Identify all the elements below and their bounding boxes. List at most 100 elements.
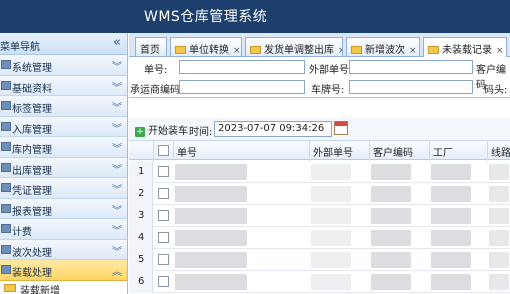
sidebar-header-label: 菜单导航: [0, 42, 40, 53]
table-row[interactable]: 5: [129, 249, 510, 271]
column-header-factory[interactable]: 工厂: [433, 144, 453, 159]
order-no-input[interactable]: [179, 60, 305, 74]
sidebar-item-system[interactable]: 系统管理 ︾: [0, 55, 127, 76]
folder-icon: [4, 283, 16, 292]
sidebar-item-basic-data[interactable]: 基础资料 ︾: [0, 75, 127, 96]
chevron-down-icon: ︾: [112, 185, 122, 196]
sidebar-item-labels[interactable]: 标签管理 ︾: [0, 96, 127, 117]
tab-new-wave[interactable]: 新增波次 ×: [346, 37, 420, 56]
close-icon[interactable]: ×: [409, 46, 417, 56]
sidebar-item-label: 基础资料: [12, 83, 52, 95]
folder-icon: [250, 46, 261, 54]
sidebar-item-label: 标签管理: [12, 104, 52, 115]
data-grid: + 开始装车 时间: 2023-07-07 09:34:26 单号 外部单号 客户…: [129, 97, 510, 294]
sidebar-item-vouchers[interactable]: 凭证管理 ︾: [0, 178, 127, 199]
chevron-down-icon: ︾: [112, 62, 122, 73]
calendar-icon[interactable]: [334, 121, 348, 135]
top-header-bar: WMS仓库管理系统: [0, 0, 510, 33]
sidebar-item-billing[interactable]: 计费 ︾: [0, 219, 127, 240]
column-header-order-no[interactable]: 单号: [177, 144, 197, 159]
sidebar-item-loading[interactable]: 装载处理 ︽: [0, 260, 127, 281]
tab-label: 未装载记录: [442, 45, 492, 56]
close-icon[interactable]: ×: [338, 46, 342, 56]
row-checkbox[interactable]: [158, 166, 169, 177]
menu-grid-icon: [1, 265, 11, 274]
table-row[interactable]: 4: [129, 227, 510, 249]
menu-grid-icon: [1, 224, 11, 233]
row-checkbox[interactable]: [158, 276, 169, 287]
chevron-down-icon: ︾: [112, 226, 122, 237]
sidebar-item-inbound[interactable]: 入库管理 ︾: [0, 116, 127, 137]
sidebar-item-inventory[interactable]: 库内管理 ︾: [0, 137, 127, 158]
tab-label: 单位转换: [189, 45, 229, 56]
start-loading-button[interactable]: + 开始装车: [135, 122, 188, 137]
row-number: 1: [129, 161, 153, 183]
carrier-code-input[interactable]: [179, 80, 305, 94]
redacted-cell: [311, 186, 351, 202]
table-row[interactable]: 2: [129, 183, 510, 205]
collapse-sidebar-icon[interactable]: «: [113, 35, 121, 50]
chevron-down-icon: ︾: [112, 103, 122, 114]
row-checkbox[interactable]: [158, 232, 169, 243]
menu-grid-icon: [1, 244, 11, 254]
redacted-cell: [371, 252, 411, 268]
table-row[interactable]: 1: [129, 161, 510, 183]
row-checkbox[interactable]: [158, 254, 169, 265]
chevron-up-icon: ︽: [112, 267, 122, 278]
column-divider: [153, 141, 154, 161]
row-checkbox[interactable]: [158, 188, 169, 199]
chevron-down-icon: ︾: [112, 205, 122, 217]
plate-no-input[interactable]: [349, 80, 473, 94]
time-input[interactable]: 2023-07-07 09:34:26: [214, 121, 332, 137]
tab-unloaded-records[interactable]: 未装载记录 ×: [423, 37, 507, 57]
sidebar-item-waves[interactable]: 波次处理 ︾: [0, 239, 127, 260]
menu-grid-icon: [1, 203, 11, 213]
folder-icon: [175, 46, 186, 54]
redacted-cell: [489, 252, 509, 268]
redacted-cell: [489, 164, 509, 180]
tab-unit-conversion[interactable]: 单位转换 ×: [170, 37, 242, 56]
dock-label: 码头:: [484, 85, 508, 96]
select-all-checkbox[interactable]: [158, 145, 169, 156]
redacted-cell: [311, 230, 351, 246]
close-icon[interactable]: ×: [496, 46, 504, 56]
sidebar-item-label: 报表管理: [12, 206, 52, 218]
grid-toolbar: + 开始装车 时间: 2023-07-07 09:34:26: [129, 118, 510, 140]
column-header-route[interactable]: 线路: [491, 144, 510, 159]
row-checkbox[interactable]: [158, 210, 169, 221]
menu-grid-icon: [1, 101, 11, 110]
sidebar-item-outbound[interactable]: 出库管理 ︾: [0, 157, 127, 178]
column-header-customer-code[interactable]: 客户编码: [373, 144, 413, 159]
tab-bar: 首页 单位转换 × 发货单调整出库 × 新增波次 × 未装载记录 ×: [129, 33, 510, 57]
table-row[interactable]: 3: [129, 205, 510, 227]
close-icon[interactable]: ×: [233, 46, 241, 56]
redacted-cell: [431, 164, 471, 180]
column-header-external-no[interactable]: 外部单号: [313, 144, 353, 159]
redacted-cell: [371, 274, 411, 290]
tab-shipping-adjust[interactable]: 发货单调整出库 ×: [245, 37, 343, 56]
sidebar-item-label: 波次处理: [12, 247, 52, 259]
redacted-cell: [311, 164, 351, 180]
row-number: 5: [129, 249, 153, 271]
tab-home[interactable]: 首页: [135, 37, 167, 56]
sidebar-subitem-new-loading[interactable]: 装载新增: [0, 280, 127, 294]
row-number: 4: [129, 227, 153, 249]
column-divider: [369, 141, 370, 161]
app-title: WMS仓库管理系统: [144, 9, 268, 25]
chevron-down-icon: ︾: [112, 123, 122, 135]
row-number: 2: [129, 183, 153, 205]
redacted-cell: [311, 208, 351, 224]
menu-grid-icon: [1, 183, 11, 192]
sidebar-item-reports[interactable]: 报表管理 ︾: [0, 198, 127, 219]
chevron-down-icon: ︾: [112, 82, 122, 94]
folder-icon: [428, 46, 439, 54]
redacted-cell: [489, 186, 509, 202]
sidebar-subitem-label: 装载新增: [20, 285, 60, 294]
table-row[interactable]: 6: [129, 271, 510, 293]
redacted-cell: [175, 274, 247, 290]
redacted-cell: [431, 252, 471, 268]
external-no-input[interactable]: [349, 60, 473, 74]
column-divider: [487, 141, 488, 161]
redacted-cell: [431, 230, 471, 246]
tab-label: 首页: [140, 45, 160, 56]
